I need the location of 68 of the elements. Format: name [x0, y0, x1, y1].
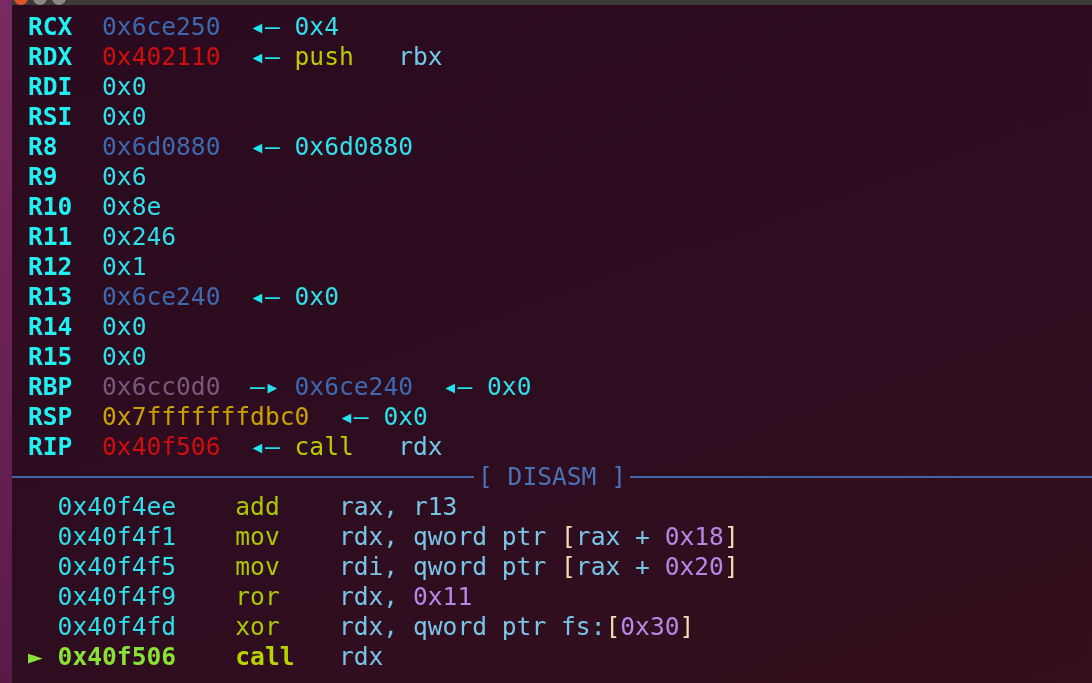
pointer-arrow: ◂—	[250, 432, 280, 461]
instruction-address: 0x40f4f5	[57, 552, 178, 582]
instruction-operands: rdi, qword ptr [rax + 0x20]	[338, 552, 739, 581]
stack-address: 0x7fffffffdbc0	[102, 402, 310, 431]
current-line-marker: ►	[28, 642, 44, 672]
instruction-mnemonic: mov	[235, 552, 281, 582]
instruction-address: 0x40f4fd	[57, 612, 178, 642]
data-address: 0x6ce240	[102, 282, 221, 311]
register-name: RCX	[28, 12, 74, 42]
instruction-operands: rdx	[338, 642, 384, 671]
register-name: RDX	[28, 42, 74, 72]
data-address: 0x6d0880	[102, 132, 221, 161]
register-name: R10	[28, 192, 74, 222]
instruction-operands: rdx, 0x11	[338, 582, 473, 611]
data-address: 0x6ce240	[294, 372, 413, 401]
register-name: R13	[28, 282, 74, 312]
pointed-value: 0x6d0880	[294, 132, 413, 161]
instruction-mnemonic: call	[235, 642, 296, 672]
pointer-arrow: ◂—	[442, 372, 473, 401]
code-address: 0x40f506	[102, 432, 221, 461]
register-name: RSP	[28, 402, 74, 432]
register-name: RBP	[28, 372, 74, 402]
pointer-arrow: ◂—	[250, 12, 280, 41]
register-name: RSI	[28, 102, 74, 132]
pointer-arrow: ◂—	[338, 402, 369, 431]
register-name: RIP	[28, 432, 74, 462]
register-value: 0x6	[102, 162, 147, 191]
instruction-operands: rdx, qword ptr fs:[0x30]	[338, 612, 695, 641]
instruction-mnemonic: ror	[235, 582, 281, 612]
register-name: R9	[28, 162, 59, 192]
pointer-arrow: ◂—	[250, 132, 280, 161]
instruction-mnemonic: mov	[235, 522, 281, 552]
pointer-arrow: —▸	[250, 372, 280, 401]
register-value: 0x0	[102, 342, 147, 371]
instruction-address: 0x40f506	[57, 642, 178, 672]
section-title: [ DISASM ]	[476, 462, 628, 492]
instruction-mnemonic: xor	[235, 612, 281, 642]
register-name: R14	[28, 312, 74, 342]
register-name: RDI	[28, 72, 74, 102]
register-value: 0x0	[102, 312, 147, 341]
register-name: R11	[28, 222, 74, 252]
register-name: R15	[28, 342, 74, 372]
register-name: R8	[28, 132, 59, 162]
pointer-arrow: ◂—	[250, 282, 280, 311]
instruction-operand: rbx	[398, 42, 443, 71]
code-address: 0x402110	[102, 42, 221, 71]
register-value: 0x0	[102, 102, 147, 131]
pointed-value: 0x0	[383, 402, 428, 431]
instruction-operands: rdx, qword ptr [rax + 0x18]	[338, 522, 739, 551]
instruction-operands: rax, r13	[338, 492, 458, 521]
instruction-mnemonic: push	[294, 42, 355, 72]
register-value: 0x246	[102, 222, 177, 251]
pointed-value: 0x0	[294, 282, 339, 311]
instruction-address: 0x40f4f1	[57, 522, 178, 552]
pointer-arrow: ◂—	[250, 42, 280, 71]
pointed-value: 0x4	[294, 12, 339, 41]
register-value: 0x1	[102, 252, 147, 281]
instruction-mnemonic: add	[235, 492, 281, 522]
heap-address: 0x6cc0d0	[102, 372, 221, 401]
instruction-address: 0x40f4f9	[57, 582, 178, 612]
data-address: 0x6ce250	[102, 12, 221, 41]
instruction-operand: rdx	[398, 432, 443, 461]
instruction-address: 0x40f4ee	[57, 492, 178, 522]
pointed-value: 0x0	[487, 372, 532, 401]
register-value: 0x0	[102, 72, 147, 101]
register-name: R12	[28, 252, 74, 282]
register-value: 0x8e	[102, 192, 162, 221]
instruction-mnemonic: call	[294, 432, 355, 462]
